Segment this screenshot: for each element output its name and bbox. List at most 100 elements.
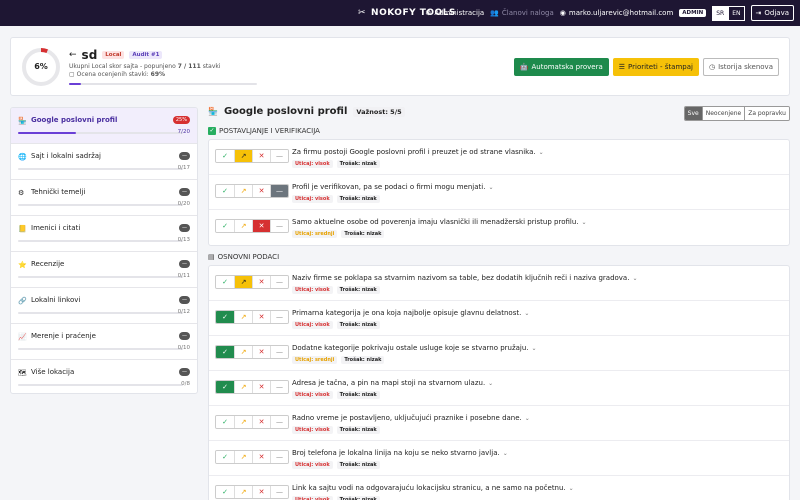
checklist-item-text[interactable]: Primarna kategorija je ona koja najbolje…: [292, 309, 529, 317]
checklist-item-text[interactable]: Link ka sajtu vodi na odgovarajuću lokac…: [292, 484, 574, 492]
item-count: 0/11: [177, 273, 190, 279]
chevron-down-icon[interactable]: ⌄: [488, 380, 493, 387]
partial-button[interactable]: ↗: [234, 346, 252, 358]
back-arrow-icon[interactable]: ←: [69, 50, 77, 60]
pass-button[interactable]: ✓: [216, 220, 234, 232]
filter-unrated[interactable]: Neocenjene: [701, 107, 745, 120]
checklist-item-text[interactable]: Adresa je tačna, a pin na mapi stoji na …: [292, 379, 493, 387]
filter-all[interactable]: Sve: [684, 107, 702, 120]
chevron-down-icon[interactable]: ⌄: [532, 345, 537, 352]
not-applicable-button[interactable]: —: [270, 311, 288, 323]
sidebar-item[interactable]: 🔗 Lokalni linkovi — 0/12: [11, 288, 197, 324]
partial-button[interactable]: ↗: [234, 381, 252, 393]
checklist-item: ✓ ↗ ✕ — Primarna kategorija je ona koja najb…: [209, 301, 789, 336]
item-count: 0/8: [181, 381, 190, 387]
checkbox-icon: ✓: [208, 127, 216, 135]
fail-button[interactable]: ✕: [252, 416, 270, 428]
auto-check-button[interactable]: 🤖 Automatska provera: [513, 58, 609, 76]
not-applicable-button[interactable]: —: [270, 451, 288, 463]
partial-button[interactable]: ↗: [234, 451, 252, 463]
not-applicable-button[interactable]: —: [270, 346, 288, 358]
cost-tag: Trošak: nizak: [336, 496, 380, 500]
admin-link[interactable]: ⚙ Administracija: [425, 9, 484, 17]
fail-button[interactable]: ✕: [252, 451, 270, 463]
lang-en-button[interactable]: EN: [728, 5, 745, 21]
partial-button[interactable]: ↗: [234, 185, 252, 197]
partial-button[interactable]: ↗: [234, 311, 252, 323]
pass-button[interactable]: ✓: [216, 276, 234, 288]
lang-sr-button[interactable]: SR: [712, 5, 729, 21]
checklist-item-text[interactable]: Samo aktuelne osobe od poverenja imaju v…: [292, 218, 587, 226]
sidebar-item-label: Sajt i lokalni sadržaj: [31, 152, 101, 160]
pass-button[interactable]: ✓: [216, 416, 234, 428]
sidebar-item[interactable]: 📒 Imenici i citati — 0/13: [11, 216, 197, 252]
fail-button[interactable]: ✕: [252, 381, 270, 393]
user-account[interactable]: ◉ marko.uljarevic@hotmail.com: [560, 9, 674, 17]
score-pill: —: [179, 224, 190, 232]
checklist-item-text[interactable]: Radno vreme je postavljeno, uključujući …: [292, 414, 530, 422]
fail-button[interactable]: ✕: [252, 311, 270, 323]
impact-tag: Uticaj: srednji: [292, 356, 338, 364]
not-applicable-button[interactable]: —: [270, 486, 288, 498]
checklist-item-text[interactable]: Broj telefona je lokalna linija na koju …: [292, 449, 508, 457]
partial-button[interactable]: ↗: [234, 150, 252, 162]
members-link[interactable]: 👥 Članovi naloga: [490, 9, 554, 17]
checklist-item-text[interactable]: Za firmu postoji Google poslovni profil …: [292, 148, 544, 156]
not-applicable-button[interactable]: —: [270, 416, 288, 428]
checklist-item-text[interactable]: Dodatne kategorije pokrivaju ostale uslu…: [292, 344, 537, 352]
partial-button[interactable]: ↗: [234, 220, 252, 232]
not-applicable-button[interactable]: —: [270, 185, 288, 197]
local-badge: Local: [102, 51, 125, 59]
pass-button[interactable]: ✓: [216, 185, 234, 197]
chevron-down-icon[interactable]: ⌄: [569, 485, 574, 492]
chevron-down-icon[interactable]: ⌄: [488, 184, 493, 191]
chevron-down-icon[interactable]: ⌄: [539, 149, 544, 156]
not-applicable-button[interactable]: —: [270, 276, 288, 288]
checklist-item-text[interactable]: Profil je verifikovan, pa se podaci o fi…: [292, 183, 493, 191]
impact-tag: Uticaj: visok: [292, 426, 333, 434]
not-applicable-button[interactable]: —: [270, 150, 288, 162]
checklist-card: ✓ ↗ ✕ — Naziv firme se poklapa sa stvarnim n…: [208, 265, 790, 500]
partial-button[interactable]: ↗: [234, 486, 252, 498]
print-priorities-button[interactable]: ☰ Prioriteti - štampaj: [612, 58, 699, 76]
checklist-item: ✓ ↗ ✕ — Broj telefona je lokalna linija na k…: [209, 441, 789, 476]
section-label: ✓ POSTAVLJANJE I VERIFIKACIJA: [208, 127, 320, 135]
partial-button[interactable]: ↗: [234, 416, 252, 428]
fail-button[interactable]: ✕: [252, 346, 270, 358]
sidebar-item[interactable]: 📈 Merenje i praćenje — 0/10: [11, 324, 197, 360]
impact-tag: Uticaj: visok: [292, 321, 333, 329]
fail-button[interactable]: ✕: [252, 276, 270, 288]
fail-button[interactable]: ✕: [252, 150, 270, 162]
logout-button[interactable]: ⇥ Odjava: [750, 5, 794, 21]
checklist-item: ✓ ↗ ✕ — Samo aktuelne osobe od poverenja ima…: [209, 210, 789, 245]
pass-button[interactable]: ✓: [216, 381, 234, 393]
pass-button[interactable]: ✓: [216, 486, 234, 498]
fail-button[interactable]: ✕: [252, 486, 270, 498]
checklist-item: ✓ ↗ ✕ — Link ka sajtu vodi na odgovarajuću l…: [209, 476, 789, 500]
pass-button[interactable]: ✓: [216, 346, 234, 358]
checklist-item: ✓ ↗ ✕ — Naziv firme se poklapa sa stvarnim n…: [209, 266, 789, 301]
checklist-item-text[interactable]: Naziv firme se poklapa sa stvarnim naziv…: [292, 274, 637, 282]
scan-history-button[interactable]: ◷ Istorija skenova: [702, 58, 779, 76]
chevron-down-icon[interactable]: ⌄: [582, 219, 587, 226]
sidebar-item[interactable]: 🗺 Više lokacija — 0/8: [11, 360, 197, 393]
not-applicable-button[interactable]: —: [270, 381, 288, 393]
chevron-down-icon[interactable]: ⌄: [632, 275, 637, 282]
pass-button[interactable]: ✓: [216, 150, 234, 162]
pass-button[interactable]: ✓: [216, 451, 234, 463]
chevron-down-icon[interactable]: ⌄: [525, 415, 530, 422]
filter-to-fix[interactable]: Za popravku: [744, 107, 789, 120]
pass-button[interactable]: ✓: [216, 311, 234, 323]
sidebar-item[interactable]: 🏪 Google poslovni profil 25% 7/20: [11, 108, 197, 144]
chevron-down-icon[interactable]: ⌄: [503, 450, 508, 457]
chevron-down-icon[interactable]: ⌄: [524, 310, 529, 317]
not-applicable-button[interactable]: —: [270, 220, 288, 232]
fail-button[interactable]: ✕: [252, 220, 270, 232]
category-progress-bar: [18, 132, 183, 134]
partial-button[interactable]: ↗: [234, 276, 252, 288]
sidebar-item[interactable]: ⭐ Recenzije — 0/11: [11, 252, 197, 288]
sidebar-item[interactable]: ⚙ Tehnički temelji — 0/20: [11, 180, 197, 216]
fail-button[interactable]: ✕: [252, 185, 270, 197]
sidebar-item[interactable]: 🌐 Sajt i lokalni sadržaj — 0/17: [11, 144, 197, 180]
category-progress-bar: [18, 312, 183, 314]
